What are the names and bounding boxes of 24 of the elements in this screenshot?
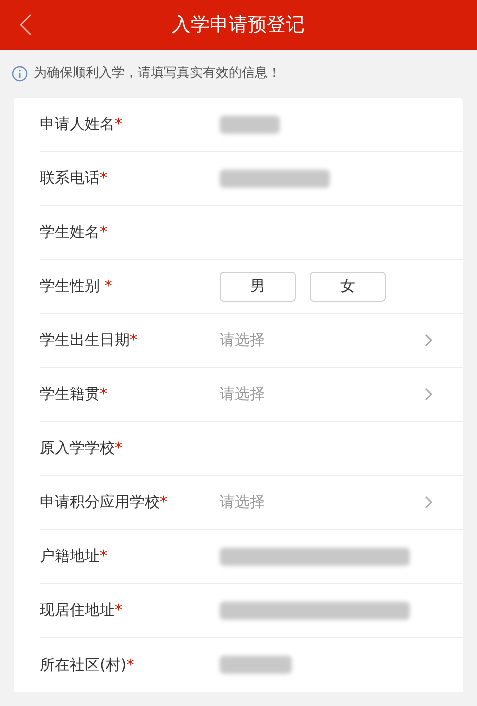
field-label: 学生籍贯*	[40, 384, 108, 406]
field-label: 学生姓名*	[40, 222, 108, 244]
field-label: 原入学学校*	[40, 438, 124, 460]
field-label: 户籍地址*	[40, 546, 108, 568]
gender-option[interactable]: 女	[310, 272, 386, 302]
field-label: 学生性别 *	[40, 276, 114, 298]
gender-option[interactable]: 男	[220, 272, 296, 302]
page-title: 入学申请预登记	[172, 12, 305, 38]
select-field[interactable]: 请选择	[220, 488, 433, 518]
chevron-icon	[425, 496, 433, 509]
chevron-icon	[425, 334, 433, 347]
chevron-icon	[425, 388, 433, 401]
field-label: 所在社区(村)*	[40, 654, 136, 676]
field-label: 申请积分应用学校*	[40, 492, 168, 514]
info-icon	[12, 66, 28, 82]
notice-text: 为确保顺利入学，请填写真实有效的信息！	[34, 65, 281, 84]
field-label: 现居住地址*	[40, 600, 124, 622]
redacted-value	[220, 656, 292, 674]
select-field[interactable]: 请选择	[220, 380, 433, 410]
field-label: 申请人姓名*	[40, 114, 124, 136]
select-field[interactable]: 请选择	[220, 326, 433, 356]
redacted-value	[220, 116, 280, 134]
field-label: 联系电话*	[40, 168, 108, 190]
field-label: 学生出生日期*	[40, 330, 138, 352]
